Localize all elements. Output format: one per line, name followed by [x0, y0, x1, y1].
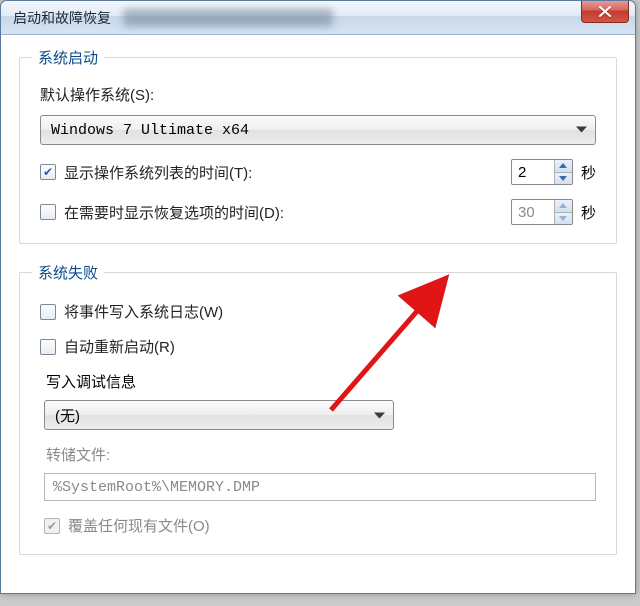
- show-recovery-unit: 秒: [581, 202, 596, 223]
- debug-info-label: 写入调试信息: [46, 371, 596, 392]
- dump-file-label: 转储文件:: [46, 444, 596, 465]
- window-title: 启动和故障恢复: [13, 8, 111, 28]
- dump-file-field: [44, 473, 596, 501]
- show-recovery-label[interactable]: 在需要时显示恢复选项的时间(D):: [64, 202, 503, 223]
- debug-info-section: 写入调试信息 (无) 转储文件: 覆盖任何现有文件(O): [40, 371, 596, 536]
- show-os-list-checkbox[interactable]: [40, 164, 56, 180]
- auto-restart-row: 自动重新启动(R): [40, 336, 596, 357]
- title-blurred-text: [123, 9, 333, 27]
- close-icon: [599, 6, 611, 17]
- dialog-content: 系统启动 默认操作系统(S): Windows 7 Ultimate x64 显…: [1, 35, 635, 593]
- show-os-list-label[interactable]: 显示操作系统列表的时间(T):: [64, 162, 503, 183]
- show-recovery-value: [512, 200, 554, 224]
- spinner-buttons: [554, 200, 572, 224]
- show-os-list-row: 显示操作系统列表的时间(T): 秒: [40, 159, 596, 185]
- debug-info-value: (无): [55, 405, 80, 426]
- dialog-window: 启动和故障恢复 系统启动 默认操作系统(S): Windows 7 Ultima…: [0, 0, 636, 594]
- auto-restart-checkbox[interactable]: [40, 339, 56, 355]
- auto-restart-label[interactable]: 自动重新启动(R): [64, 336, 596, 357]
- group-system-startup: 系统启动 默认操作系统(S): Windows 7 Ultimate x64 显…: [19, 57, 617, 244]
- overwrite-row: 覆盖任何现有文件(O): [44, 515, 596, 536]
- write-event-label[interactable]: 将事件写入系统日志(W): [64, 301, 596, 322]
- show-os-list-value[interactable]: [512, 160, 554, 184]
- group-title-startup: 系统启动: [32, 47, 104, 68]
- default-os-value: Windows 7 Ultimate x64: [51, 122, 249, 139]
- show-recovery-checkbox[interactable]: [40, 204, 56, 220]
- chevron-down-icon: [374, 407, 385, 424]
- write-event-checkbox[interactable]: [40, 304, 56, 320]
- chevron-down-icon: [576, 122, 587, 139]
- write-event-row: 将事件写入系统日志(W): [40, 301, 596, 322]
- titlebar: 启动和故障恢复: [1, 1, 635, 35]
- group-system-failure: 系统失败 将事件写入系统日志(W) 自动重新启动(R) 写入调试信息 (无) 转…: [19, 272, 617, 555]
- spin-up-button[interactable]: [555, 160, 572, 172]
- show-os-list-spinner[interactable]: [511, 159, 573, 185]
- default-os-dropdown[interactable]: Windows 7 Ultimate x64: [40, 115, 596, 145]
- overwrite-label: 覆盖任何现有文件(O): [68, 515, 596, 536]
- spinner-buttons: [554, 160, 572, 184]
- overwrite-checkbox: [44, 518, 60, 534]
- spin-down-button: [555, 212, 572, 225]
- show-recovery-spinner: [511, 199, 573, 225]
- debug-info-dropdown[interactable]: (无): [44, 400, 394, 430]
- spin-down-button[interactable]: [555, 172, 572, 185]
- show-os-list-unit: 秒: [581, 162, 596, 183]
- show-recovery-row: 在需要时显示恢复选项的时间(D): 秒: [40, 199, 596, 225]
- group-title-failure: 系统失败: [32, 262, 104, 283]
- close-button[interactable]: [581, 1, 629, 23]
- default-os-label: 默认操作系统(S):: [40, 84, 596, 105]
- spin-up-button: [555, 200, 572, 212]
